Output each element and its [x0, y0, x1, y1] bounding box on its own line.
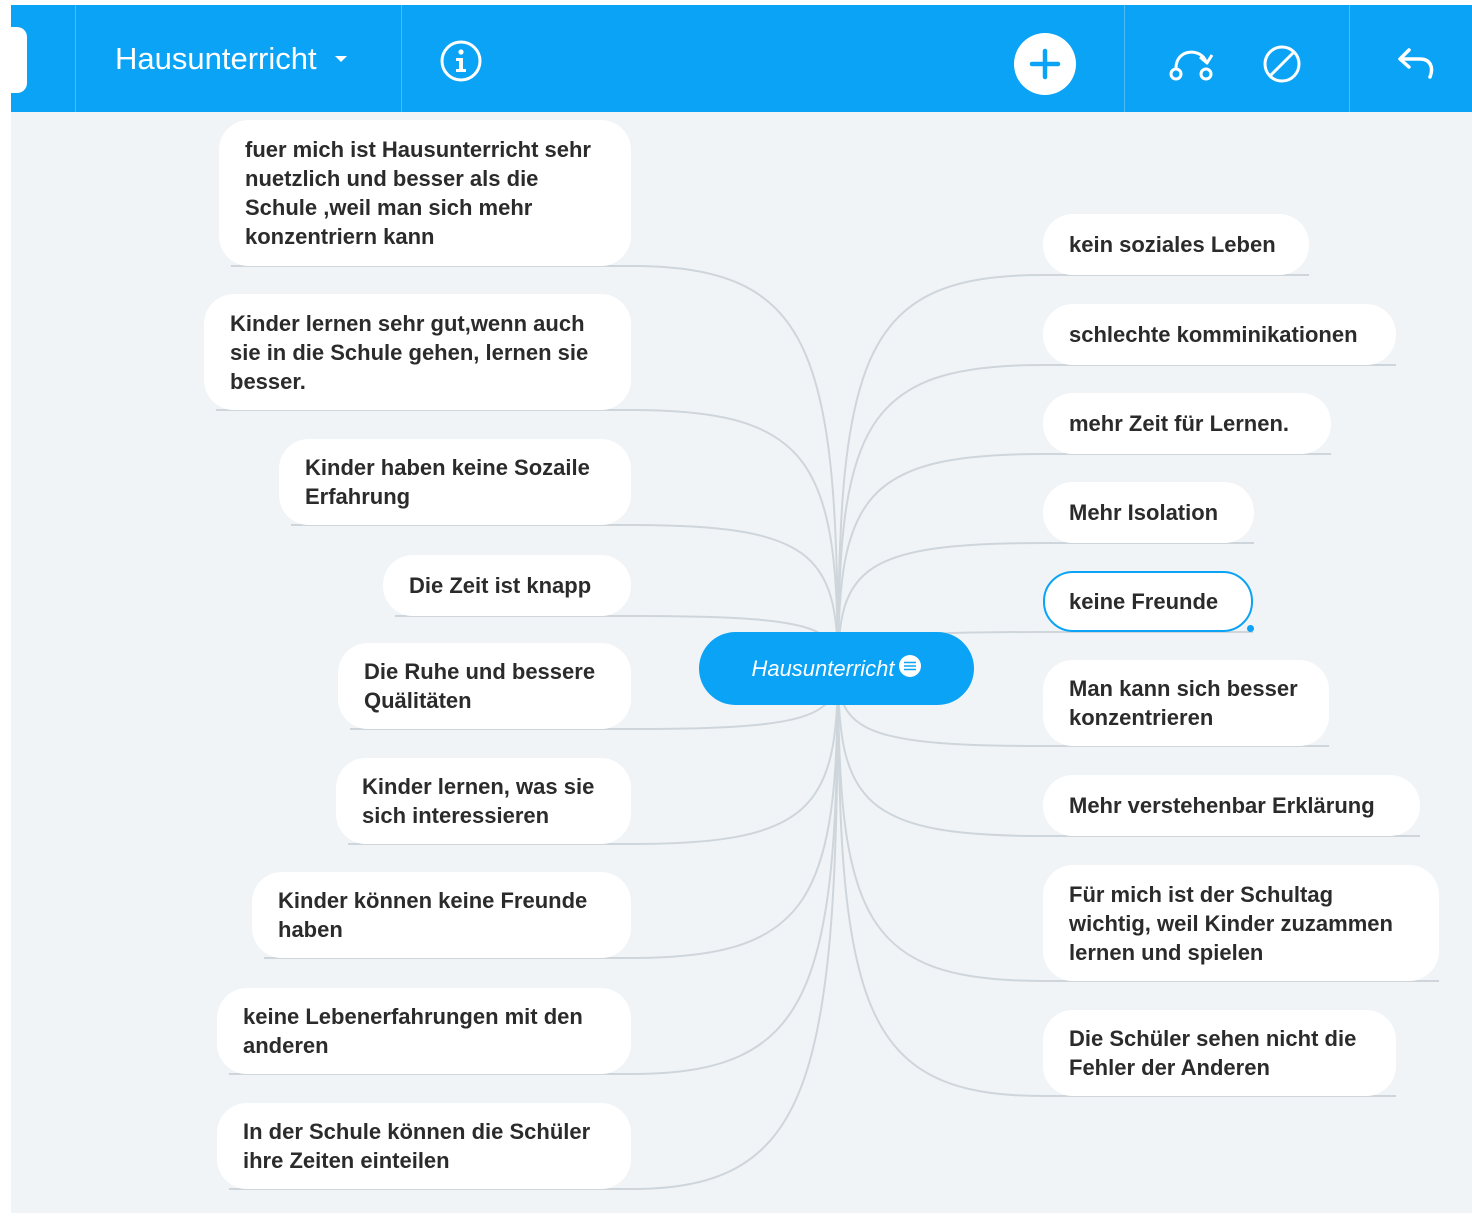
branch-node[interactable]: mehr Zeit für Lernen. [1043, 393, 1331, 454]
node-text: Mehr Isolation [1069, 500, 1219, 525]
node-text: schlechte komminikationen [1069, 322, 1358, 347]
node-text: keine Lebenerfahrungen mit den anderen [243, 1004, 583, 1058]
branch-node[interactable]: Kinder lernen sehr gut,wenn auch sie in … [204, 294, 631, 410]
branch-node[interactable]: schlechte komminikationen [1043, 304, 1396, 365]
central-topic-label: Hausunterricht [751, 655, 895, 681]
branch-node[interactable]: Mehr verstehenbar Erklärung [1043, 775, 1420, 836]
branch-node[interactable]: keine Lebenerfahrungen mit den anderen [217, 988, 631, 1074]
branch-node[interactable]: kein soziales Leben [1043, 214, 1309, 275]
node-text: kein soziales Leben [1069, 232, 1276, 257]
branch-node[interactable]: fuer mich ist Hausunterricht sehr nuetzl… [219, 120, 631, 266]
branch-node[interactable]: In der Schule können die Schüler ihre Ze… [217, 1103, 631, 1189]
branch-node-selected[interactable]: keine Freunde [1043, 571, 1253, 632]
node-text: Die Zeit ist knapp [409, 573, 592, 598]
bottom-edge [0, 1213, 1472, 1218]
node-text: Für mich ist der Schultag wichtig, weil … [1069, 881, 1393, 965]
node-text: fuer mich ist Hausunterricht sehr nuetzl… [245, 137, 591, 249]
branch-node[interactable]: Kinder lernen, was sie sich interessiere… [336, 758, 631, 844]
node-text: keine Freunde [1069, 589, 1219, 614]
branch-node[interactable]: Für mich ist der Schultag wichtig, weil … [1043, 865, 1439, 981]
branch-node[interactable]: Mehr Isolation [1043, 482, 1254, 543]
node-text: Kinder können keine Freunde haben [278, 888, 588, 942]
node-text: Kinder lernen sehr gut,wenn auch sie in … [230, 310, 589, 394]
central-topic-node[interactable]: Hausunterricht [699, 632, 974, 705]
branch-node[interactable]: Kinder haben keine Sozaile Erfahrung [279, 439, 631, 525]
node-text: In der Schule können die Schüler ihre Ze… [243, 1119, 591, 1173]
branch-node[interactable]: Die Ruhe und bessere Quälitäten [338, 643, 631, 729]
note-icon[interactable] [898, 654, 922, 684]
resize-handle[interactable] [1247, 625, 1254, 632]
branch-node[interactable]: Die Zeit ist knapp [383, 555, 631, 616]
node-text: Die Ruhe und bessere Quälitäten [364, 659, 596, 713]
node-text: Mehr verstehenbar Erklärung [1069, 793, 1375, 818]
node-text: Man kann sich besser konzentrieren [1069, 676, 1298, 730]
branch-node[interactable]: Kinder können keine Freunde haben [252, 872, 631, 958]
node-text: mehr Zeit für Lernen. [1069, 411, 1290, 436]
node-text: Kinder lernen, was sie sich interessiere… [362, 774, 595, 828]
branch-node[interactable]: Die Schüler sehen nicht die Fehler der A… [1043, 1010, 1396, 1096]
branch-node[interactable]: Man kann sich besser konzentrieren [1043, 660, 1329, 746]
node-text: Die Schüler sehen nicht die Fehler der A… [1069, 1026, 1357, 1080]
node-text: Kinder haben keine Sozaile Erfahrung [305, 455, 590, 509]
